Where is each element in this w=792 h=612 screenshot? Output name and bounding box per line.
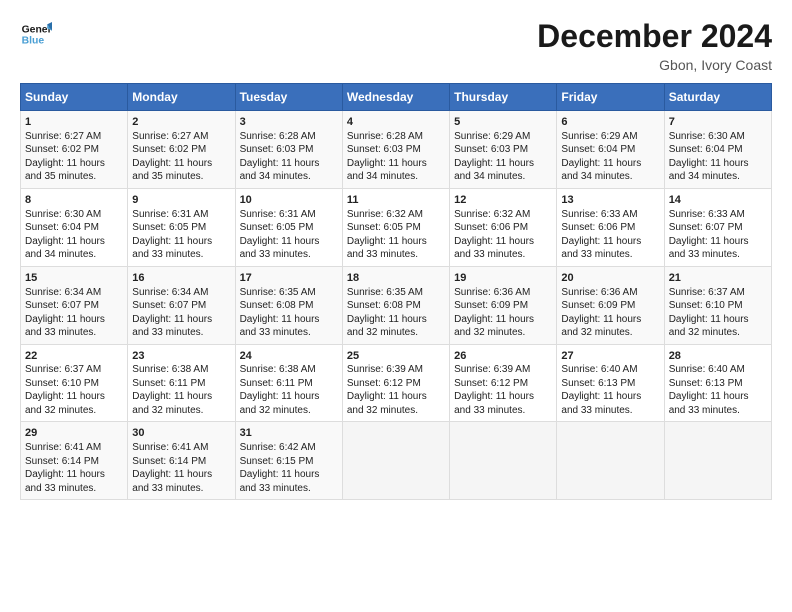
- day-cell: [450, 422, 557, 500]
- logo: General Blue: [20, 18, 52, 50]
- day-cell: 26Sunrise: 6:39 AMSunset: 6:12 PMDayligh…: [450, 344, 557, 422]
- logo-icon: General Blue: [20, 18, 52, 50]
- week-row-4: 22Sunrise: 6:37 AMSunset: 6:10 PMDayligh…: [21, 344, 772, 422]
- day-cell: 17Sunrise: 6:35 AMSunset: 6:08 PMDayligh…: [235, 266, 342, 344]
- day-cell: 5Sunrise: 6:29 AMSunset: 6:03 PMDaylight…: [450, 111, 557, 189]
- col-friday: Friday: [557, 84, 664, 111]
- day-cell: 3Sunrise: 6:28 AMSunset: 6:03 PMDaylight…: [235, 111, 342, 189]
- svg-text:Blue: Blue: [22, 36, 45, 47]
- day-cell: 19Sunrise: 6:36 AMSunset: 6:09 PMDayligh…: [450, 266, 557, 344]
- day-cell: 25Sunrise: 6:39 AMSunset: 6:12 PMDayligh…: [342, 344, 449, 422]
- day-cell: 2Sunrise: 6:27 AMSunset: 6:02 PMDaylight…: [128, 111, 235, 189]
- week-row-5: 29Sunrise: 6:41 AMSunset: 6:14 PMDayligh…: [21, 422, 772, 500]
- day-cell: 18Sunrise: 6:35 AMSunset: 6:08 PMDayligh…: [342, 266, 449, 344]
- day-cell: 14Sunrise: 6:33 AMSunset: 6:07 PMDayligh…: [664, 188, 771, 266]
- day-cell: 8Sunrise: 6:30 AMSunset: 6:04 PMDaylight…: [21, 188, 128, 266]
- header: General Blue December 2024 Gbon, Ivory C…: [20, 18, 772, 73]
- day-cell: 10Sunrise: 6:31 AMSunset: 6:05 PMDayligh…: [235, 188, 342, 266]
- day-cell: 11Sunrise: 6:32 AMSunset: 6:05 PMDayligh…: [342, 188, 449, 266]
- day-cell: 15Sunrise: 6:34 AMSunset: 6:07 PMDayligh…: [21, 266, 128, 344]
- week-row-3: 15Sunrise: 6:34 AMSunset: 6:07 PMDayligh…: [21, 266, 772, 344]
- day-cell: 30Sunrise: 6:41 AMSunset: 6:14 PMDayligh…: [128, 422, 235, 500]
- col-monday: Monday: [128, 84, 235, 111]
- main-title: December 2024: [537, 18, 772, 55]
- week-row-1: 1Sunrise: 6:27 AMSunset: 6:02 PMDaylight…: [21, 111, 772, 189]
- day-cell: [664, 422, 771, 500]
- day-cell: [342, 422, 449, 500]
- page: General Blue December 2024 Gbon, Ivory C…: [0, 0, 792, 612]
- day-cell: 28Sunrise: 6:40 AMSunset: 6:13 PMDayligh…: [664, 344, 771, 422]
- col-thursday: Thursday: [450, 84, 557, 111]
- day-cell: 24Sunrise: 6:38 AMSunset: 6:11 PMDayligh…: [235, 344, 342, 422]
- col-saturday: Saturday: [664, 84, 771, 111]
- subtitle: Gbon, Ivory Coast: [537, 57, 772, 73]
- header-row: Sunday Monday Tuesday Wednesday Thursday…: [21, 84, 772, 111]
- day-cell: 27Sunrise: 6:40 AMSunset: 6:13 PMDayligh…: [557, 344, 664, 422]
- day-cell: 29Sunrise: 6:41 AMSunset: 6:14 PMDayligh…: [21, 422, 128, 500]
- day-cell: [557, 422, 664, 500]
- col-tuesday: Tuesday: [235, 84, 342, 111]
- week-row-2: 8Sunrise: 6:30 AMSunset: 6:04 PMDaylight…: [21, 188, 772, 266]
- day-cell: 4Sunrise: 6:28 AMSunset: 6:03 PMDaylight…: [342, 111, 449, 189]
- calendar-table: Sunday Monday Tuesday Wednesday Thursday…: [20, 83, 772, 500]
- day-cell: 23Sunrise: 6:38 AMSunset: 6:11 PMDayligh…: [128, 344, 235, 422]
- day-cell: 7Sunrise: 6:30 AMSunset: 6:04 PMDaylight…: [664, 111, 771, 189]
- day-cell: 16Sunrise: 6:34 AMSunset: 6:07 PMDayligh…: [128, 266, 235, 344]
- col-wednesday: Wednesday: [342, 84, 449, 111]
- day-cell: 21Sunrise: 6:37 AMSunset: 6:10 PMDayligh…: [664, 266, 771, 344]
- day-cell: 31Sunrise: 6:42 AMSunset: 6:15 PMDayligh…: [235, 422, 342, 500]
- day-cell: 6Sunrise: 6:29 AMSunset: 6:04 PMDaylight…: [557, 111, 664, 189]
- day-cell: 9Sunrise: 6:31 AMSunset: 6:05 PMDaylight…: [128, 188, 235, 266]
- col-sunday: Sunday: [21, 84, 128, 111]
- day-cell: 1Sunrise: 6:27 AMSunset: 6:02 PMDaylight…: [21, 111, 128, 189]
- day-cell: 12Sunrise: 6:32 AMSunset: 6:06 PMDayligh…: [450, 188, 557, 266]
- title-block: December 2024 Gbon, Ivory Coast: [537, 18, 772, 73]
- day-cell: 20Sunrise: 6:36 AMSunset: 6:09 PMDayligh…: [557, 266, 664, 344]
- day-cell: 13Sunrise: 6:33 AMSunset: 6:06 PMDayligh…: [557, 188, 664, 266]
- day-cell: 22Sunrise: 6:37 AMSunset: 6:10 PMDayligh…: [21, 344, 128, 422]
